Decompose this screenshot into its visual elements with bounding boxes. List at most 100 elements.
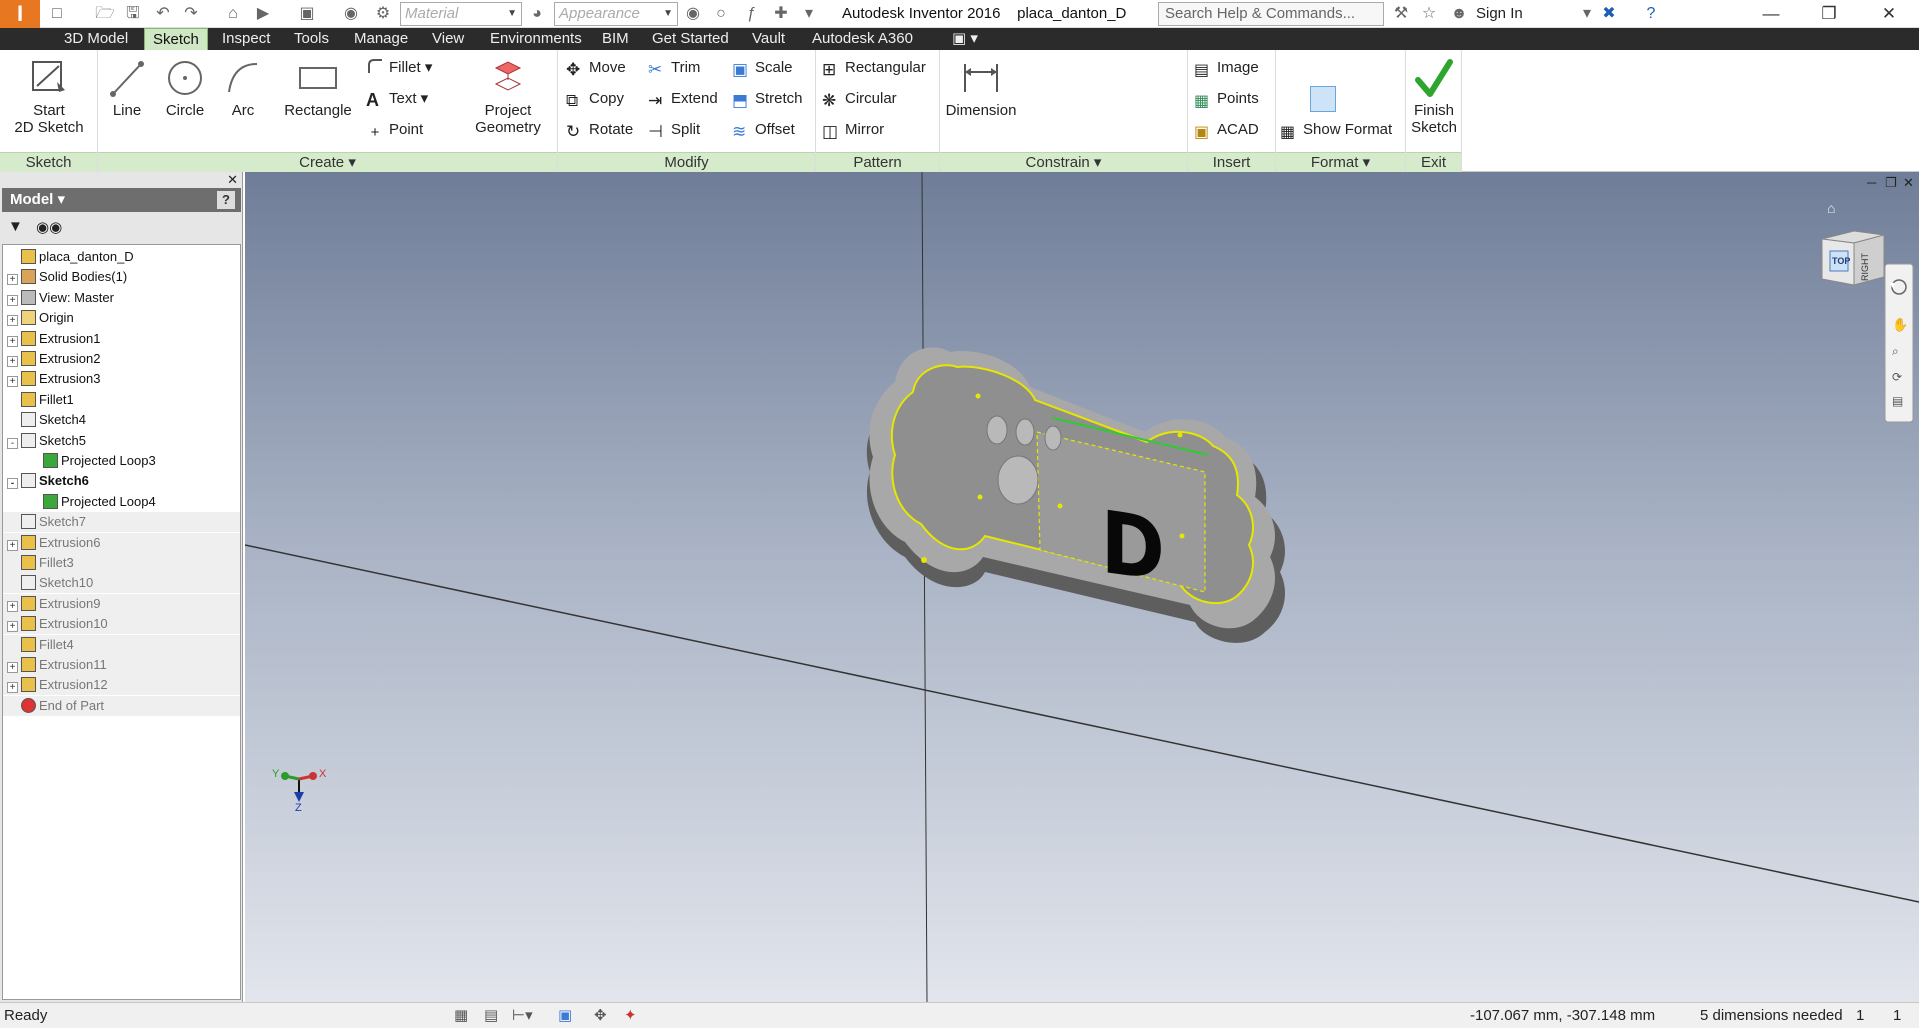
rectangle-button[interactable]: Rectangle: [278, 56, 358, 119]
expand-icon[interactable]: +: [7, 356, 18, 367]
expand-icon[interactable]: +: [7, 335, 18, 347]
arc-button[interactable]: Arc: [220, 56, 266, 119]
undo-icon[interactable]: ↶: [152, 3, 174, 25]
browser-item-projected-loop4[interactable]: Projected Loop4: [3, 492, 240, 512]
stretch-button[interactable]: ⬒ Stretch: [732, 87, 803, 111]
sketch-origin-point[interactable]: [921, 557, 927, 563]
browser-item-view-master[interactable]: + View: Master: [3, 288, 240, 308]
line-button[interactable]: Line: [104, 56, 150, 119]
browser-item-sketch10[interactable]: Sketch10: [3, 573, 240, 594]
redo-icon[interactable]: ↷: [180, 3, 202, 25]
home-icon[interactable]: ⌂: [222, 3, 244, 25]
coincident-constraint-icon[interactable]: [1064, 54, 1090, 80]
rotate-button[interactable]: ↻ Rotate: [566, 118, 633, 142]
expand-icon[interactable]: +: [7, 274, 18, 286]
status-grid-icon[interactable]: ▦: [454, 1003, 468, 1028]
exchange-icon[interactable]: ✖: [1598, 3, 1620, 25]
create-panel-title[interactable]: Create ▾: [98, 152, 557, 172]
insert-acad-button[interactable]: ▣ ACAD: [1194, 118, 1259, 142]
collapse-icon[interactable]: -: [7, 437, 18, 449]
embossed-letter[interactable]: D: [1101, 492, 1165, 601]
appearance-adjust-icon[interactable]: ◉: [682, 3, 704, 25]
user-icon[interactable]: ☻: [1448, 3, 1470, 25]
browser-item-projected-loop3[interactable]: Projected Loop3: [3, 451, 240, 471]
tab-autodesk-a360[interactable]: Autodesk A360: [804, 28, 921, 50]
tab-3d-model[interactable]: 3D Model: [56, 28, 136, 50]
help-icon[interactable]: ?: [1640, 3, 1662, 25]
centerline-icon[interactable]: [1280, 86, 1306, 112]
expand-icon[interactable]: +: [7, 294, 18, 306]
insert-image-button[interactable]: ▤ Image: [1194, 56, 1259, 80]
expand-icon[interactable]: +: [7, 682, 18, 694]
mirror-button[interactable]: ◫ Mirror: [822, 118, 884, 142]
viewport-restore-icon[interactable]: ❐: [1885, 175, 1897, 190]
model-browser-header[interactable]: Model ▾ ?: [2, 188, 241, 212]
expand-icon[interactable]: +: [7, 600, 18, 612]
start-2d-sketch-button[interactable]: Start 2D Sketch: [10, 56, 88, 136]
browser-item-sketch5[interactable]: - Sketch5: [3, 431, 240, 451]
show-format-button[interactable]: ▦ Show Format: [1280, 118, 1392, 142]
horizontal-constraint-icon[interactable]: [1124, 86, 1150, 112]
browser-item-extrusion6[interactable]: + Extrusion6: [3, 532, 240, 553]
browser-item-end-of-part[interactable]: End of Part: [3, 695, 240, 716]
browser-item-extrusion9[interactable]: + Extrusion9: [3, 593, 240, 614]
tab-inspect[interactable]: Inspect: [214, 28, 278, 50]
text-button[interactable]: A Text ▾: [366, 87, 428, 111]
format-panel-title[interactable]: Format ▾: [1276, 152, 1405, 172]
open-folder-icon[interactable]: 🗁: [94, 3, 116, 25]
smooth-constraint-icon[interactable]: [1094, 118, 1120, 144]
viewport-minimize-icon[interactable]: ─: [1866, 175, 1877, 190]
close-browser-icon[interactable]: ✕: [227, 172, 238, 188]
expand-icon[interactable]: +: [7, 376, 18, 388]
show-constraints-icon[interactable]: [1022, 86, 1048, 112]
settings-icon[interactable]: ⚙: [372, 3, 394, 25]
quick-access-menu-icon[interactable]: ▾: [798, 3, 820, 25]
expand-icon[interactable]: +: [7, 539, 18, 551]
browser-item-sketch7[interactable]: Sketch7: [3, 512, 240, 533]
clear-appearance-icon[interactable]: ○: [710, 3, 732, 25]
status-dimension-icon[interactable]: ⊢▾: [512, 1003, 533, 1028]
material-dropdown[interactable]: Material ▼: [400, 2, 522, 26]
tab-get-started[interactable]: Get Started: [644, 28, 737, 50]
browser-item-solid-bodies-1[interactable]: + Solid Bodies(1): [3, 267, 240, 287]
look-at-icon[interactable]: ▤: [1892, 394, 1903, 408]
copy-button[interactable]: ⧉ Copy: [566, 87, 624, 111]
collapse-icon[interactable]: -: [7, 478, 18, 490]
browser-item-extrusion12[interactable]: + Extrusion12: [3, 675, 240, 696]
vertical-constraint-icon[interactable]: [1154, 86, 1180, 112]
tab-vault[interactable]: Vault: [744, 28, 793, 50]
browser-item-fillet4[interactable]: Fillet4: [3, 634, 240, 655]
status-relax-icon[interactable]: ✦: [624, 1003, 637, 1028]
viewport-close-icon[interactable]: ✕: [1903, 175, 1914, 190]
zoom-icon[interactable]: ⌕: [1892, 344, 1899, 358]
viewcube-menu-icon[interactable]: ▾: [1890, 280, 1895, 291]
tab-bim[interactable]: BIM: [594, 28, 637, 50]
trim-button[interactable]: ✂ Trim: [648, 56, 700, 80]
expand-icon[interactable]: +: [7, 315, 18, 327]
dimension-button[interactable]: Dimension: [944, 56, 1018, 119]
insert-points-button[interactable]: ▦ Points: [1194, 87, 1259, 111]
project-geometry-button[interactable]: Project Geometry: [468, 56, 548, 136]
scale-button[interactable]: ▣ Scale: [732, 56, 793, 80]
center-point-icon[interactable]: [1310, 86, 1336, 112]
expand-icon[interactable]: +: [7, 621, 18, 633]
browser-item-fillet1[interactable]: Fillet1: [3, 390, 240, 410]
appearance-dropdown[interactable]: Appearance ▼: [554, 2, 678, 26]
construction-icon[interactable]: [1280, 54, 1306, 80]
inventor-logo-icon[interactable]: I: [0, 0, 40, 28]
browser-help-icon[interactable]: ?: [217, 191, 235, 209]
viewcube[interactable]: TOP RIGHT: [1820, 229, 1886, 289]
tangent-constraint-icon[interactable]: [1064, 118, 1090, 144]
new-file-icon[interactable]: □: [46, 3, 68, 25]
close-window-button[interactable]: ✕: [1866, 0, 1912, 28]
fillet-button[interactable]: Fillet ▾: [366, 56, 432, 80]
move-button[interactable]: ✥ Move: [566, 56, 626, 80]
offset-button[interactable]: ≋ Offset: [732, 118, 795, 142]
parallel-constraint-icon[interactable]: [1064, 86, 1090, 112]
viewcube-home-icon[interactable]: ⌂: [1827, 200, 1835, 216]
model-canvas[interactable]: ✋ ⌕ ⟳ ▤ ─ ❐ ✕ ⌂: [245, 172, 1919, 1002]
ribbon-display-options-icon[interactable]: ▣ ▾: [944, 28, 986, 50]
symmetric-constraint-icon[interactable]: [1124, 118, 1150, 144]
concentric-constraint-icon[interactable]: [1124, 54, 1150, 80]
graphics-viewport[interactable]: ✋ ⌕ ⟳ ▤ ─ ❐ ✕ ⌂ TOP RIGHT ▾ D Y X Z: [245, 172, 1919, 1002]
